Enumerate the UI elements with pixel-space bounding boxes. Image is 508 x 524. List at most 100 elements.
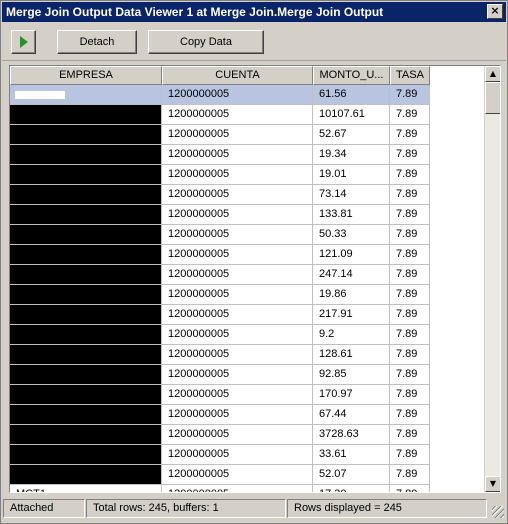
cell-empresa[interactable] <box>10 305 162 325</box>
cell-empresa[interactable] <box>10 165 162 185</box>
cell-empresa[interactable] <box>10 265 162 285</box>
cell-tasa[interactable]: 7.89 <box>390 125 430 145</box>
cell-tasa[interactable]: 7.89 <box>390 325 430 345</box>
table-row[interactable]: 1200000005 92.85 7.89 <box>10 365 484 385</box>
cell-empresa[interactable] <box>10 225 162 245</box>
cell-monto[interactable]: 19.34 <box>313 145 390 165</box>
cell-tasa[interactable]: 7.89 <box>390 285 430 305</box>
scroll-up-button[interactable]: ▲ <box>485 66 500 82</box>
cell-empresa[interactable] <box>10 105 162 125</box>
cell-cuenta[interactable]: 1200000005 <box>162 205 313 225</box>
cell-monto[interactable]: 217.91 <box>313 305 390 325</box>
scroll-thumb[interactable] <box>485 82 500 114</box>
column-header-monto[interactable]: MONTO_U... <box>313 66 390 85</box>
cell-monto[interactable]: 52.67 <box>313 125 390 145</box>
cell-monto[interactable]: 92.85 <box>313 365 390 385</box>
cell-tasa[interactable]: 7.89 <box>390 365 430 385</box>
cell-cuenta[interactable]: 1200000005 <box>162 225 313 245</box>
table-row[interactable]: 1200000005 19.34 7.89 <box>10 145 484 165</box>
cell-empresa[interactable] <box>10 445 162 465</box>
cell-monto[interactable]: 19.86 <box>313 285 390 305</box>
cell-monto[interactable]: 17.30 <box>313 485 390 492</box>
cell-cuenta[interactable]: 1200000005 <box>162 425 313 445</box>
cell-tasa[interactable]: 7.89 <box>390 445 430 465</box>
resize-grip[interactable] <box>492 506 504 518</box>
cell-cuenta[interactable]: 1200000005 <box>162 345 313 365</box>
cell-tasa[interactable]: 7.89 <box>390 105 430 125</box>
cell-tasa[interactable]: 7.89 <box>390 305 430 325</box>
cell-cuenta[interactable]: 1200000005 <box>162 405 313 425</box>
play-button[interactable] <box>11 30 36 54</box>
cell-empresa[interactable] <box>10 385 162 405</box>
table-row[interactable]: 1200000005 67.44 7.89 <box>10 405 484 425</box>
table-row[interactable]: 1200000005 10107.61 7.89 <box>10 105 484 125</box>
cell-empresa[interactable] <box>10 245 162 265</box>
cell-cuenta[interactable]: 1200000005 <box>162 385 313 405</box>
cell-cuenta[interactable]: 1200000005 <box>162 185 313 205</box>
cell-empresa[interactable]: MCT1 <box>10 485 162 492</box>
cell-empresa[interactable] <box>10 185 162 205</box>
copy-data-button[interactable]: Copy Data <box>148 30 264 54</box>
cell-empresa[interactable] <box>10 85 162 105</box>
cell-tasa[interactable]: 7.89 <box>390 485 430 492</box>
cell-monto[interactable]: 50.33 <box>313 225 390 245</box>
cell-cuenta[interactable]: 1200000005 <box>162 365 313 385</box>
cell-tasa[interactable]: 7.89 <box>390 145 430 165</box>
cell-cuenta[interactable]: 1200000005 <box>162 485 313 492</box>
table-row[interactable]: 1200000005 121.09 7.89 <box>10 245 484 265</box>
table-row[interactable]: 1200000005 50.33 7.89 <box>10 225 484 245</box>
cell-empresa[interactable] <box>10 205 162 225</box>
cell-empresa[interactable] <box>10 425 162 445</box>
table-row[interactable]: 1200000005 3728.63 7.89 <box>10 425 484 445</box>
cell-monto[interactable]: 247.14 <box>313 265 390 285</box>
cell-monto[interactable]: 10107.61 <box>313 105 390 125</box>
cell-monto[interactable]: 73.14 <box>313 185 390 205</box>
detach-button[interactable]: Detach <box>57 30 137 54</box>
cell-cuenta[interactable]: 1200000005 <box>162 165 313 185</box>
cell-tasa[interactable]: 7.89 <box>390 405 430 425</box>
table-row[interactable]: 1200000005 9.2 7.89 <box>10 325 484 345</box>
cell-tasa[interactable]: 7.89 <box>390 85 430 105</box>
cell-empresa[interactable] <box>10 465 162 485</box>
cell-tasa[interactable]: 7.89 <box>390 185 430 205</box>
cell-tasa[interactable]: 7.89 <box>390 225 430 245</box>
table-row[interactable]: 1200000005 52.07 7.89 <box>10 465 484 485</box>
cell-monto[interactable]: 3728.63 <box>313 425 390 445</box>
close-button[interactable]: × <box>487 4 503 19</box>
table-row[interactable]: 1200000005 217.91 7.89 <box>10 305 484 325</box>
cell-empresa[interactable] <box>10 285 162 305</box>
cell-cuenta[interactable]: 1200000005 <box>162 445 313 465</box>
cell-empresa[interactable] <box>10 365 162 385</box>
cell-cuenta[interactable]: 1200000005 <box>162 85 313 105</box>
cell-monto[interactable]: 170.97 <box>313 385 390 405</box>
cell-tasa[interactable]: 7.89 <box>390 265 430 285</box>
vertical-scrollbar[interactable]: ▲ ▼ <box>484 66 500 492</box>
cell-empresa[interactable] <box>10 325 162 345</box>
cell-tasa[interactable]: 7.89 <box>390 385 430 405</box>
cell-tasa[interactable]: 7.89 <box>390 465 430 485</box>
title-bar[interactable]: Merge Join Output Data Viewer 1 at Merge… <box>2 2 506 22</box>
cell-tasa[interactable]: 7.89 <box>390 245 430 265</box>
cell-cuenta[interactable]: 1200000005 <box>162 125 313 145</box>
cell-empresa[interactable] <box>10 345 162 365</box>
cell-tasa[interactable]: 7.89 <box>390 345 430 365</box>
table-row[interactable]: MCT1120000000517.307.89 <box>10 485 484 492</box>
cell-cuenta[interactable]: 1200000005 <box>162 305 313 325</box>
table-row[interactable]: 1200000005 133.81 7.89 <box>10 205 484 225</box>
table-row[interactable]: 1200000005 19.01 7.89 <box>10 165 484 185</box>
cell-monto[interactable]: 9.2 <box>313 325 390 345</box>
cell-monto[interactable]: 52.07 <box>313 465 390 485</box>
cell-cuenta[interactable]: 1200000005 <box>162 285 313 305</box>
table-row[interactable]: 1200000005 73.14 7.89 <box>10 185 484 205</box>
scroll-down-button[interactable]: ▼ <box>485 476 500 492</box>
cell-empresa[interactable] <box>10 145 162 165</box>
cell-cuenta[interactable]: 1200000005 <box>162 465 313 485</box>
cell-cuenta[interactable]: 1200000005 <box>162 265 313 285</box>
column-header-tasa[interactable]: TASA <box>390 66 430 85</box>
cell-cuenta[interactable]: 1200000005 <box>162 105 313 125</box>
cell-empresa[interactable] <box>10 405 162 425</box>
table-row[interactable]: 1200000005 247.14 7.89 <box>10 265 484 285</box>
table-row[interactable]: 1200000005 61.56 7.89 <box>10 85 484 105</box>
column-header-empresa[interactable]: EMPRESA <box>10 66 162 85</box>
table-row[interactable]: 1200000005 170.97 7.89 <box>10 385 484 405</box>
